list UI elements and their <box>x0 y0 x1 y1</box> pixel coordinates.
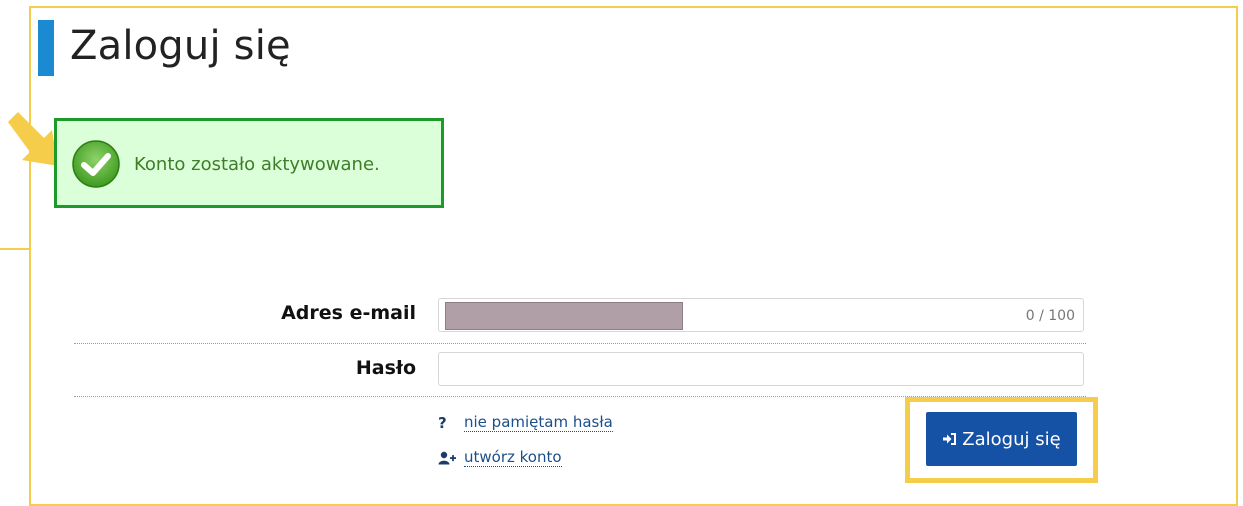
title-accent-bar <box>38 20 54 76</box>
email-char-counter: 0 / 100 <box>1025 308 1075 324</box>
forgot-password-link[interactable]: ? nie pamiętam hasła <box>438 413 613 432</box>
login-button[interactable]: Zaloguj się <box>926 412 1077 466</box>
redacted-email-value <box>445 302 683 330</box>
email-label: Adres e-mail <box>281 302 416 324</box>
create-account-link[interactable]: utwórz konto <box>438 448 562 467</box>
success-alert: Konto zostało aktywowane. <box>54 118 444 208</box>
alert-message: Konto zostało aktywowane. <box>134 154 380 175</box>
forgot-password-label[interactable]: nie pamiętam hasła <box>464 413 613 432</box>
page-title: Zaloguj się <box>70 23 291 69</box>
row-divider <box>74 343 1086 344</box>
login-button-label: Zaloguj się <box>962 428 1061 450</box>
check-circle-icon <box>72 140 120 188</box>
question-icon: ? <box>438 413 447 432</box>
create-account-label[interactable]: utwórz konto <box>464 448 562 467</box>
user-plus-icon <box>438 451 456 464</box>
password-label: Hasło <box>355 357 416 379</box>
sign-in-icon <box>943 433 957 445</box>
email-field[interactable]: 0 / 100 <box>438 298 1084 332</box>
callout-line <box>0 248 31 250</box>
password-field[interactable] <box>438 352 1084 386</box>
